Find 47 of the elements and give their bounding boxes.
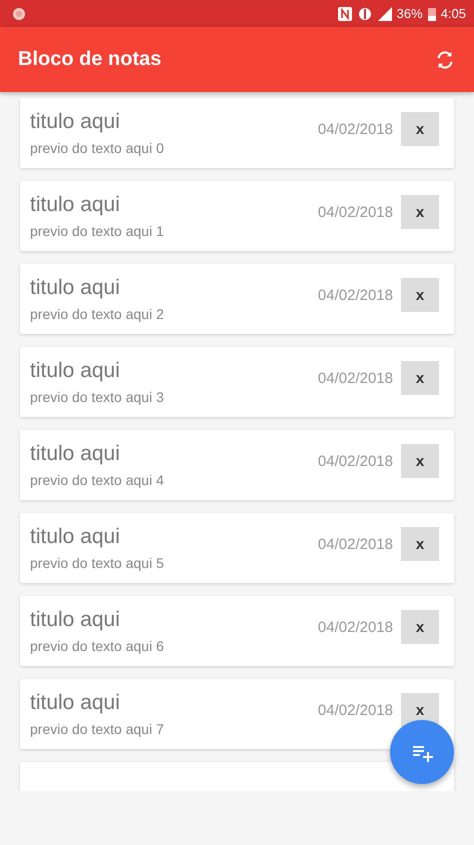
note-card[interactable]: titulo aqui previo do texto aqui 4 04/02/2018 x [20, 430, 454, 500]
delete-button[interactable]: x [401, 278, 439, 312]
note-preview: previo do texto aqui 2 [30, 306, 165, 322]
vibrate-icon [356, 6, 373, 20]
delete-button[interactable]: x [401, 444, 439, 478]
note-title: titulo aqui [30, 608, 121, 632]
note-date: 04/02/2018 [318, 452, 393, 470]
note-preview: previo do texto aqui 3 [30, 389, 165, 405]
note-preview: previo do texto aqui 5 [30, 555, 165, 571]
note-date: 04/02/2018 [318, 536, 393, 552]
note-date: 04/02/2018 [318, 204, 393, 220]
note-card[interactable]: titulo aqui previo do texto aqui 0 04/02/2018 x [20, 98, 454, 168]
clock-time: 4:05 [440, 6, 466, 21]
battery-icon [428, 6, 436, 20]
note-date: 04/02/2018 [318, 702, 393, 718]
note-card[interactable]: titulo aqui previo do texto aqui 5 04/02/2018 x [20, 513, 454, 583]
app-title: Bloco de notas [18, 48, 162, 71]
delete-button[interactable]: x [401, 361, 439, 395]
note-title: titulo aqui [30, 359, 121, 383]
note-card[interactable]: titulo aqui previo do texto aqui 6 04/02/2018 x [20, 596, 454, 666]
note-date: 04/02/2018 [318, 618, 393, 636]
note-title: titulo aqui [30, 276, 121, 300]
delete-button[interactable]: x [401, 610, 439, 644]
note-preview: previo do texto aqui 0 [30, 140, 165, 156]
note-title: titulo aqui [30, 442, 121, 466]
battery-text: 36% [396, 6, 423, 21]
note-date: 04/02/2018 [318, 120, 393, 138]
note-date: 04/02/2018 [318, 370, 393, 386]
note-date: 04/02/2018 [318, 286, 393, 304]
nfc-icon [338, 6, 352, 20]
note-card[interactable]: titulo aqui previo do texto aqui 1 04/02/2018 x [20, 181, 454, 251]
delete-button[interactable]: x [401, 112, 439, 146]
delete-button[interactable]: x [401, 527, 439, 561]
delete-button[interactable]: x [401, 195, 439, 229]
note-title: titulo aqui [30, 193, 121, 217]
circle-icon [12, 6, 26, 20]
note-card[interactable]: titulo aqui previo do texto aqui 2 04/02/2018 x [20, 264, 454, 334]
note-card[interactable]: titulo aqui previo do texto aqui 7 04/02/2018 x [20, 679, 454, 749]
note-preview: previo do texto aqui 6 [30, 638, 165, 654]
note-title: titulo aqui [30, 110, 121, 134]
note-title: titulo aqui [30, 691, 121, 715]
note-preview: previo do texto aqui 1 [30, 223, 165, 239]
note-preview: previo do texto aqui 4 [30, 472, 165, 488]
note-card[interactable]: titulo aqui previo do texto aqui 3 04/02/2018 x [20, 347, 454, 417]
signal-icon [378, 6, 392, 20]
note-title: titulo aqui [30, 525, 121, 549]
note-preview: previo do texto aqui 7 [30, 721, 165, 737]
